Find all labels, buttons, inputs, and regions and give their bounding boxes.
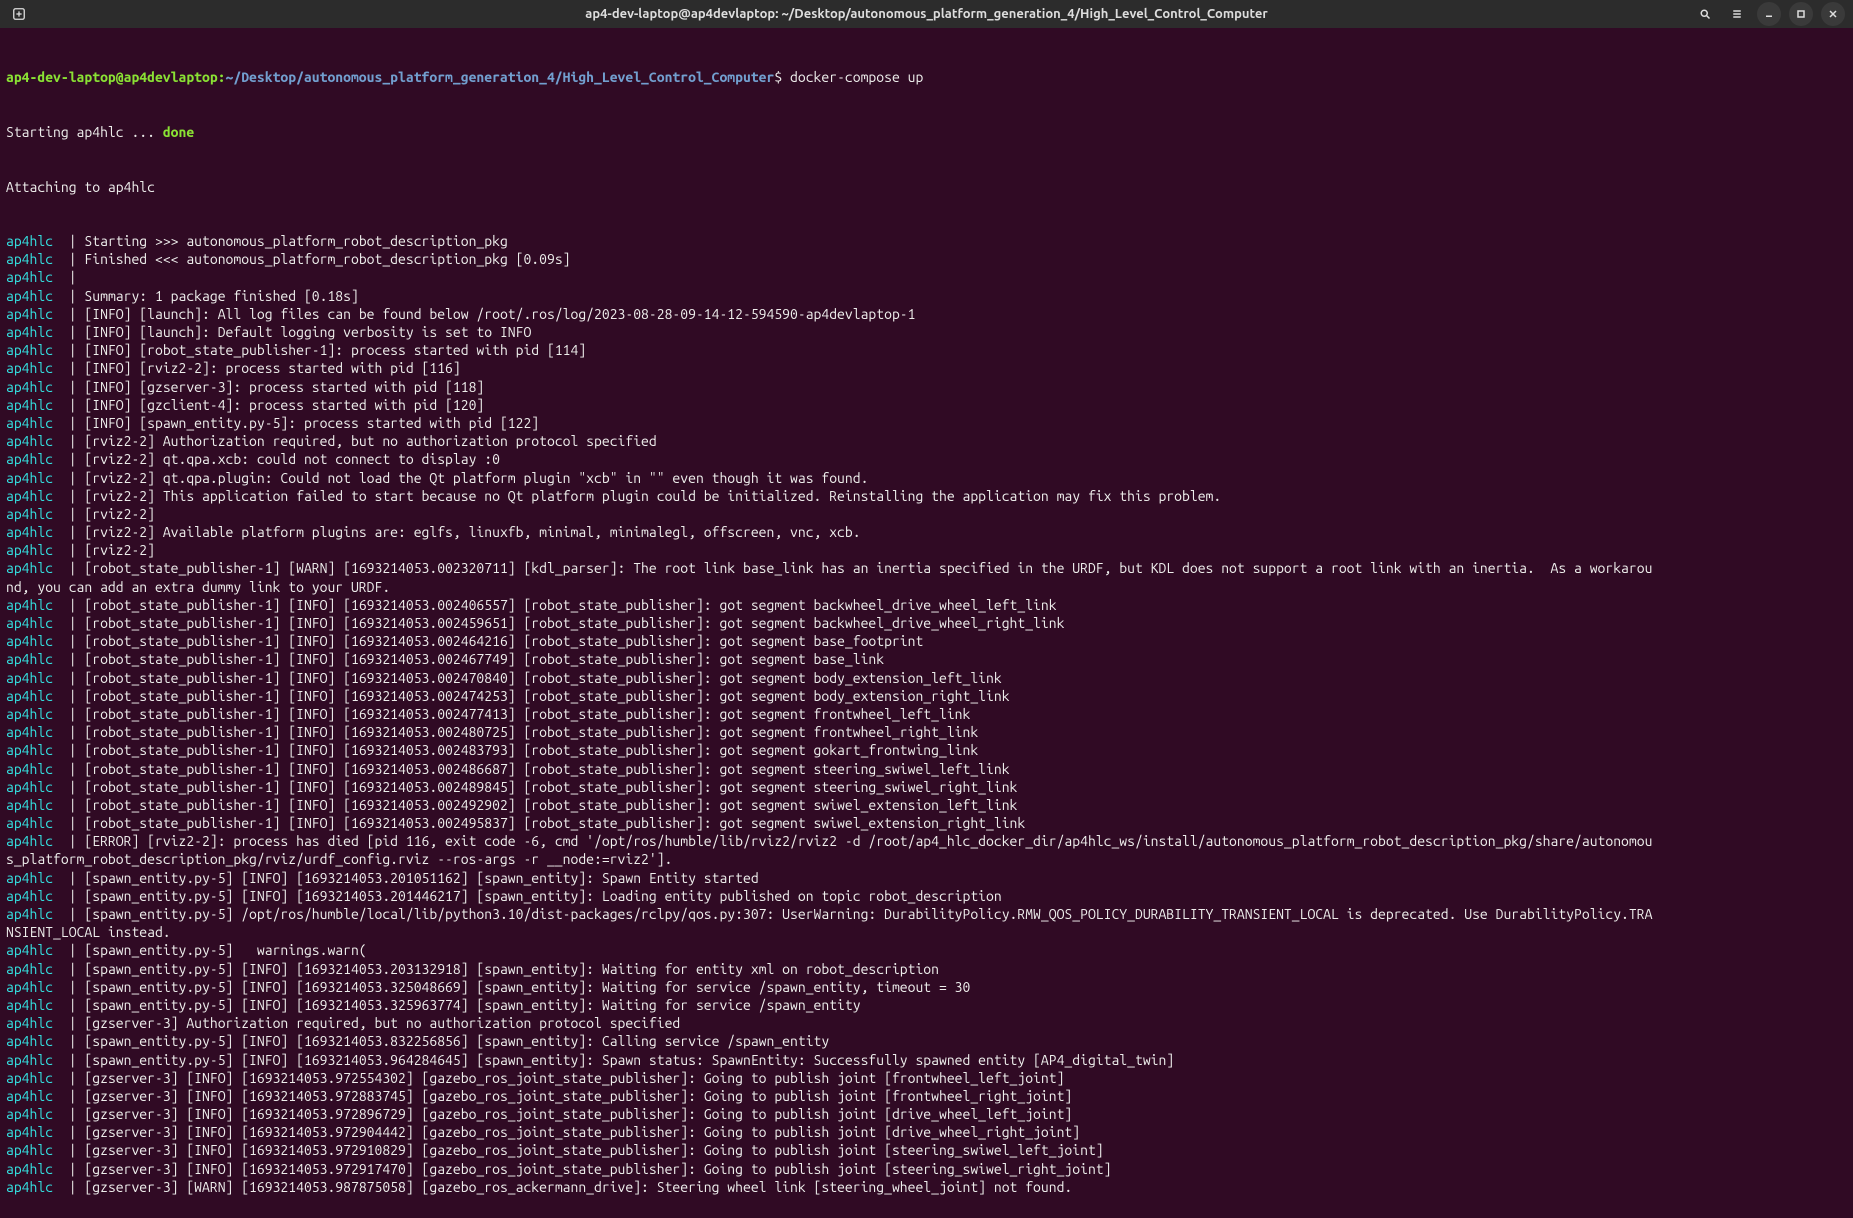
log-line: ap4hlc | [robot_state_publisher-1] [INFO…	[6, 687, 1847, 705]
log-line: ap4hlc | [spawn_entity.py-5] [INFO] [169…	[6, 960, 1847, 978]
log-line: ap4hlc | [gzserver-3] [INFO] [1693214053…	[6, 1105, 1847, 1123]
log-line: ap4hlc | [INFO] [robot_state_publisher-1…	[6, 341, 1847, 359]
log-line: ap4hlc | [rviz2-2] This application fail…	[6, 487, 1847, 505]
search-button[interactable]	[1693, 2, 1717, 26]
log-line-wrap: nd, you can add an extra dummy link to y…	[6, 578, 1847, 596]
log-line: ap4hlc | [spawn_entity.py-5] [INFO] [169…	[6, 887, 1847, 905]
log-line: ap4hlc | [robot_state_publisher-1] [WARN…	[6, 559, 1847, 577]
log-line: ap4hlc | [gzserver-3] Authorization requ…	[6, 1014, 1847, 1032]
log-line: ap4hlc | [gzserver-3] [INFO] [1693214053…	[6, 1069, 1847, 1087]
prompt-path: ~/Desktop/autonomous_platform_generation…	[226, 69, 775, 85]
log-line: ap4hlc | [robot_state_publisher-1] [INFO…	[6, 796, 1847, 814]
log-line: ap4hlc | [INFO] [launch]: Default loggin…	[6, 323, 1847, 341]
log-line: ap4hlc | [INFO] [gzserver-3]: process st…	[6, 378, 1847, 396]
prompt-command: docker-compose up	[790, 69, 923, 85]
log-line: ap4hlc |	[6, 268, 1847, 286]
log-line: ap4hlc | [spawn_entity.py-5] /opt/ros/hu…	[6, 905, 1847, 923]
log-line: ap4hlc | [robot_state_publisher-1] [INFO…	[6, 814, 1847, 832]
log-line: ap4hlc | [robot_state_publisher-1] [INFO…	[6, 723, 1847, 741]
log-line: ap4hlc | [ERROR] [rviz2-2]: process has …	[6, 832, 1847, 850]
log-line: ap4hlc | [rviz2-2] qt.qpa.xcb: could not…	[6, 450, 1847, 468]
log-line: ap4hlc | [robot_state_publisher-1] [INFO…	[6, 741, 1847, 759]
log-line: ap4hlc | [rviz2-2] qt.qpa.plugin: Could …	[6, 469, 1847, 487]
startup-starting: Starting ap4hlc ... done	[6, 123, 1847, 141]
maximize-button[interactable]	[1789, 2, 1813, 26]
log-line: ap4hlc | [gzserver-3] [INFO] [1693214053…	[6, 1141, 1847, 1159]
log-line: ap4hlc | [gzserver-3] [INFO] [1693214053…	[6, 1123, 1847, 1141]
log-line-wrap: NSIENT_LOCAL instead.	[6, 923, 1847, 941]
log-line: ap4hlc | [spawn_entity.py-5] [INFO] [169…	[6, 869, 1847, 887]
log-line: ap4hlc | [rviz2-2]	[6, 541, 1847, 559]
log-line: ap4hlc | [INFO] [spawn_entity.py-5]: pro…	[6, 414, 1847, 432]
prompt-user-host: ap4-dev-laptop@ap4devlaptop:	[6, 69, 226, 85]
startup-attaching: Attaching to ap4hlc	[6, 178, 1847, 196]
log-line: ap4hlc | [gzserver-3] [INFO] [1693214053…	[6, 1087, 1847, 1105]
log-line: ap4hlc | [robot_state_publisher-1] [INFO…	[6, 596, 1847, 614]
log-line: ap4hlc | [rviz2-2]	[6, 505, 1847, 523]
log-line: ap4hlc | [spawn_entity.py-5] [INFO] [169…	[6, 978, 1847, 996]
new-tab-button[interactable]	[8, 3, 30, 25]
log-line: ap4hlc | [gzserver-3] [WARN] [1693214053…	[6, 1178, 1847, 1196]
log-line: ap4hlc | [robot_state_publisher-1] [INFO…	[6, 760, 1847, 778]
log-line: ap4hlc | [robot_state_publisher-1] [INFO…	[6, 705, 1847, 723]
log-line: ap4hlc | [robot_state_publisher-1] [INFO…	[6, 669, 1847, 687]
prompt-line: ap4-dev-laptop@ap4devlaptop:~/Desktop/au…	[6, 68, 1847, 86]
log-line: ap4hlc | [rviz2-2] Authorization require…	[6, 432, 1847, 450]
log-line: ap4hlc | Finished <<< autonomous_platfor…	[6, 250, 1847, 268]
minimize-button[interactable]	[1757, 2, 1781, 26]
close-button[interactable]	[1821, 2, 1845, 26]
window-title: ap4-dev-laptop@ap4devlaptop: ~/Desktop/a…	[585, 6, 1267, 23]
log-line: ap4hlc | [rviz2-2] Available platform pl…	[6, 523, 1847, 541]
hamburger-menu-button[interactable]	[1725, 2, 1749, 26]
log-line: ap4hlc | Starting >>> autonomous_platfor…	[6, 232, 1847, 250]
log-line: ap4hlc | Summary: 1 package finished [0.…	[6, 287, 1847, 305]
log-line: ap4hlc | [INFO] [launch]: All log files …	[6, 305, 1847, 323]
log-line: ap4hlc | [spawn_entity.py-5] [INFO] [169…	[6, 996, 1847, 1014]
log-line: ap4hlc | [spawn_entity.py-5] [INFO] [169…	[6, 1051, 1847, 1069]
prompt-symbol: $	[774, 69, 782, 85]
log-line: ap4hlc | [robot_state_publisher-1] [INFO…	[6, 778, 1847, 796]
log-line: ap4hlc | [robot_state_publisher-1] [INFO…	[6, 614, 1847, 632]
log-line: ap4hlc | [gzserver-3] [INFO] [1693214053…	[6, 1160, 1847, 1178]
log-line: ap4hlc | [robot_state_publisher-1] [INFO…	[6, 632, 1847, 650]
log-line-wrap: s_platform_robot_description_pkg/rviz/ur…	[6, 850, 1847, 868]
log-line: ap4hlc | [INFO] [gzclient-4]: process st…	[6, 396, 1847, 414]
terminal-output[interactable]: ap4-dev-laptop@ap4devlaptop:~/Desktop/au…	[0, 28, 1853, 1218]
log-line: ap4hlc | [spawn_entity.py-5] warnings.wa…	[6, 941, 1847, 959]
window-titlebar: ap4-dev-laptop@ap4devlaptop: ~/Desktop/a…	[0, 0, 1853, 28]
log-line: ap4hlc | [spawn_entity.py-5] [INFO] [169…	[6, 1032, 1847, 1050]
log-line: ap4hlc | [robot_state_publisher-1] [INFO…	[6, 650, 1847, 668]
log-line: ap4hlc | [INFO] [rviz2-2]: process start…	[6, 359, 1847, 377]
